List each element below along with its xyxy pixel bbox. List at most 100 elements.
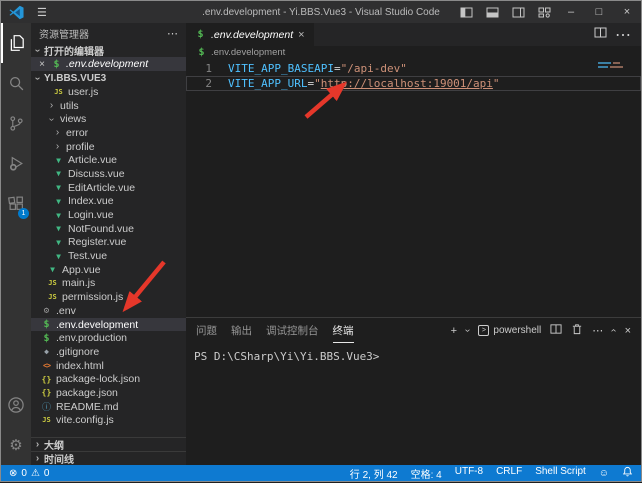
run-debug-icon[interactable] bbox=[1, 143, 31, 183]
toggle-sidebar-icon[interactable] bbox=[453, 1, 479, 23]
tree-item[interactable]: JS permission.js bbox=[31, 290, 186, 304]
file-type-icon: JS bbox=[41, 416, 52, 424]
file-type-icon: ⚙ bbox=[41, 306, 52, 316]
tree-item[interactable]: $ .env.development bbox=[31, 318, 186, 332]
tree-item[interactable]: ◆ .gitignore bbox=[31, 345, 186, 359]
split-editor-icon[interactable] bbox=[594, 26, 607, 44]
status-item[interactable]: 行 2, 列 42 bbox=[350, 466, 398, 481]
tree-item[interactable]: ▼ Register.vue bbox=[31, 236, 186, 250]
outline-section[interactable]: › 大纲 bbox=[31, 437, 186, 451]
toggle-secondary-sidebar-icon[interactable] bbox=[505, 1, 531, 23]
toggle-panel-icon[interactable] bbox=[479, 1, 505, 23]
vscode-logo bbox=[9, 5, 24, 20]
activity-bar: 1 ⚙ bbox=[1, 23, 31, 465]
timeline-section[interactable]: › 时间线 bbox=[31, 451, 186, 465]
tree-item[interactable]: ⓘ README.md bbox=[31, 400, 186, 414]
panel-tab[interactable]: 调试控制台 bbox=[266, 318, 319, 343]
explorer-sidebar: 资源管理器 ⋯ › 打开的编辑器 × $ .env.development › … bbox=[31, 23, 186, 465]
url-link[interactable]: http://localhost:19001/api bbox=[321, 77, 493, 90]
search-icon[interactable] bbox=[1, 63, 31, 103]
tree-item[interactable]: ▼ Article.vue bbox=[31, 153, 186, 167]
menu-icon[interactable]: ☰ bbox=[31, 6, 53, 19]
status-item[interactable]: UTF-8 bbox=[455, 466, 483, 481]
status-item[interactable]: Shell Script bbox=[535, 466, 586, 481]
tree-item[interactable]: › views bbox=[31, 112, 186, 126]
source-control-icon[interactable] bbox=[1, 103, 31, 143]
tree-item[interactable]: <> index.html bbox=[31, 359, 186, 373]
tree-item[interactable]: ▼ App.vue bbox=[31, 263, 186, 277]
minimize-button[interactable]: – bbox=[557, 1, 585, 23]
terminal-output[interactable]: PS D:\CSharp\Yi\Yi.BBS.Vue3> bbox=[186, 343, 641, 370]
panel-tab[interactable]: 输出 bbox=[231, 318, 252, 343]
tree-item[interactable]: › utils bbox=[31, 99, 186, 113]
panel-tab[interactable]: 问题 bbox=[196, 318, 217, 343]
tree-item[interactable]: ▼ Test.vue bbox=[31, 249, 186, 263]
tree-item[interactable]: JS main.js bbox=[31, 277, 186, 291]
customize-layout-icon[interactable] bbox=[531, 1, 557, 23]
errors-count: 0 bbox=[21, 468, 27, 479]
tree-item[interactable]: JS vite.config.js bbox=[31, 414, 186, 428]
minimap[interactable] bbox=[598, 62, 636, 70]
project-section[interactable]: › YI.BBS.VUE3 bbox=[31, 71, 186, 85]
file-type-icon: ◆ bbox=[41, 347, 52, 356]
breadcrumb[interactable]: $ .env.development bbox=[186, 46, 641, 59]
explorer-icon[interactable] bbox=[1, 23, 31, 63]
problems-status[interactable]: ⊗ 0 ⚠ 0 bbox=[9, 468, 49, 479]
terminal-instance-selector[interactable]: > powershell bbox=[478, 325, 541, 336]
env-key: VITE_APP_BASEAPI bbox=[228, 62, 334, 75]
tree-item[interactable]: JS user.js bbox=[31, 85, 186, 99]
tree-item[interactable]: {} package.json bbox=[31, 386, 186, 400]
tree-item[interactable]: $ .env.production bbox=[31, 331, 186, 345]
file-type-icon: {} bbox=[41, 375, 52, 384]
open-editors-section[interactable]: › 打开的编辑器 bbox=[31, 43, 186, 57]
maximize-panel-icon[interactable]: › bbox=[608, 329, 619, 332]
errors-icon: ⊗ bbox=[9, 468, 17, 479]
tab-close-icon[interactable]: × bbox=[298, 29, 304, 41]
tree-item[interactable]: ⚙ .env bbox=[31, 304, 186, 318]
tree-item[interactable]: ▼ Index.vue bbox=[31, 195, 186, 209]
feedback-smiley-icon[interactable]: ☺ bbox=[599, 468, 609, 479]
file-type-icon: {} bbox=[41, 388, 52, 397]
tab-env-development[interactable]: $ .env.development × bbox=[186, 23, 314, 46]
settings-gear-icon[interactable]: ⚙ bbox=[1, 425, 31, 465]
status-item[interactable]: 空格: 4 bbox=[411, 466, 442, 481]
split-terminal-icon[interactable] bbox=[550, 323, 562, 338]
code-line-1[interactable]: 1 VITE_APP_BASEAPI="/api-dev" bbox=[186, 61, 641, 76]
views-and-more-actions-icon[interactable]: ⋯ bbox=[167, 27, 178, 40]
tree-item[interactable]: › profile bbox=[31, 140, 186, 154]
panel-tab[interactable]: 终端 bbox=[333, 318, 354, 343]
tree-item[interactable]: {} package-lock.json bbox=[31, 372, 186, 386]
maximize-button[interactable]: □ bbox=[585, 1, 613, 23]
open-editor-item[interactable]: × $ .env.development bbox=[31, 57, 186, 71]
editor-more-actions-icon[interactable]: ⋯ bbox=[615, 25, 631, 45]
terminal-profile-dropdown-icon[interactable]: › bbox=[462, 329, 473, 332]
status-items-container: 行 2, 列 42 空格: 4 UTF-8 CRLF Shell Script bbox=[350, 466, 586, 481]
file-type-icon: $ bbox=[41, 319, 52, 330]
file-type-icon: $ bbox=[41, 333, 52, 344]
file-type-icon: JS bbox=[47, 279, 58, 287]
account-icon[interactable] bbox=[1, 385, 31, 425]
tree-item[interactable]: ▼ NotFound.vue bbox=[31, 222, 186, 236]
tree-item[interactable]: ▼ Login.vue bbox=[31, 208, 186, 222]
file-type-icon: JS bbox=[53, 88, 64, 96]
tree-item[interactable]: ▼ EditArticle.vue bbox=[31, 181, 186, 195]
extensions-icon[interactable]: 1 bbox=[1, 183, 31, 223]
tree-item[interactable]: ▼ Discuss.vue bbox=[31, 167, 186, 181]
env-key: VITE_APP_URL bbox=[228, 77, 307, 90]
tree-chevron-icon: › bbox=[46, 115, 57, 124]
file-type-icon: ▼ bbox=[53, 197, 64, 206]
panel-more-actions-icon[interactable]: ⋯ bbox=[592, 324, 603, 337]
chevron-down-icon: › bbox=[32, 74, 43, 83]
close-panel-icon[interactable]: × bbox=[625, 325, 631, 337]
notifications-bell-icon[interactable] bbox=[622, 466, 633, 480]
file-type-icon: ▼ bbox=[53, 238, 64, 247]
kill-terminal-icon[interactable] bbox=[571, 323, 583, 338]
status-item[interactable]: CRLF bbox=[496, 466, 522, 481]
code-line-2[interactable]: 2 VITE_APP_URL="http://localhost:19001/a… bbox=[186, 76, 641, 91]
close-button[interactable]: × bbox=[613, 1, 641, 23]
code-editor[interactable]: 1 VITE_APP_BASEAPI="/api-dev" 2 VITE_APP… bbox=[186, 59, 641, 317]
close-editor-icon[interactable]: × bbox=[37, 59, 47, 70]
new-terminal-icon[interactable]: + bbox=[451, 325, 457, 337]
tree-item[interactable]: › error bbox=[31, 126, 186, 140]
file-type-icon: ▼ bbox=[53, 169, 64, 178]
